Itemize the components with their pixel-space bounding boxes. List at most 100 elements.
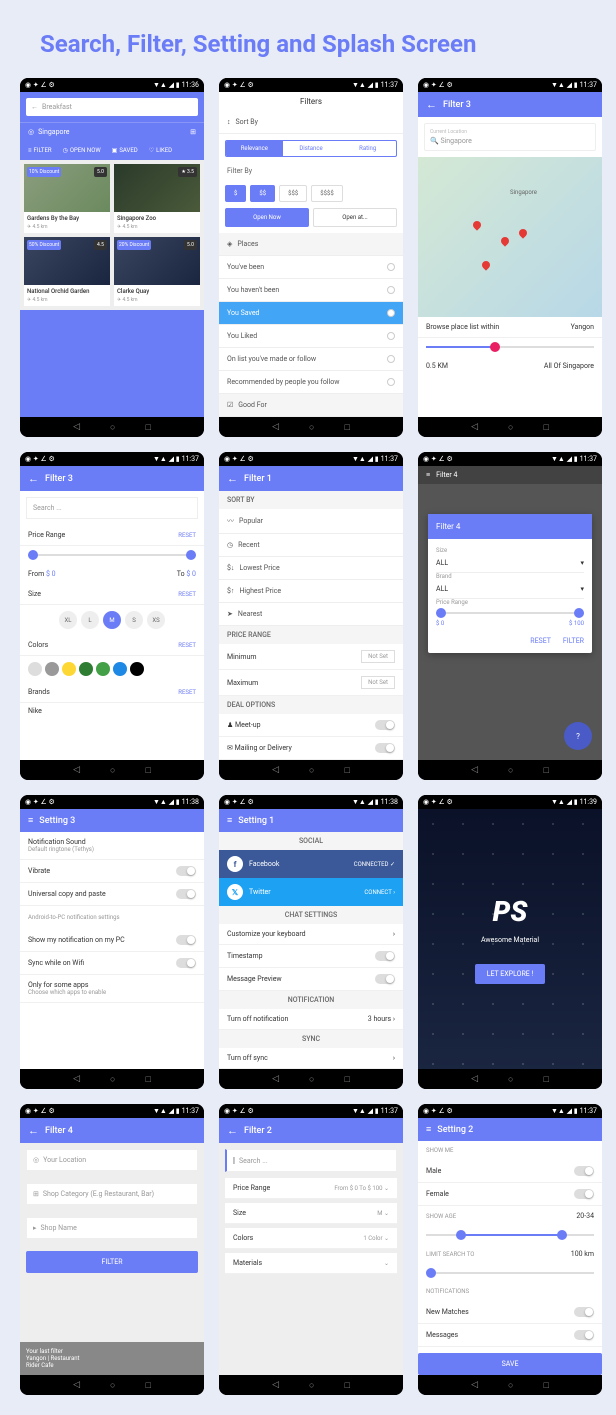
size-l[interactable]: L	[81, 611, 99, 629]
toggle[interactable]	[375, 951, 395, 961]
place-card[interactable]: 20% Discount5.0Clarke Quay✈ 4.5 km	[114, 237, 200, 306]
color-dot[interactable]	[96, 662, 110, 676]
twitter-row[interactable]: 𝕏TwitterCONNECT ›	[219, 878, 403, 906]
age-slider[interactable]	[426, 1234, 594, 1236]
filter-item[interactable]: Recommended by people you follow	[219, 371, 403, 394]
price-slider[interactable]	[28, 554, 196, 556]
filter-btn[interactable]: ≡ FILTER	[24, 145, 56, 156]
filter-item[interactable]: You Liked	[219, 325, 403, 348]
filter-btn[interactable]: FILTER	[26, 1251, 198, 1273]
toggle[interactable]	[176, 958, 196, 968]
price-chip[interactable]: $	[225, 185, 246, 202]
save-btn[interactable]: SAVE	[418, 1353, 602, 1375]
toggle[interactable]	[574, 1166, 594, 1176]
toggle[interactable]	[375, 720, 395, 730]
color-dot[interactable]	[130, 662, 144, 676]
toggle[interactable]	[574, 1189, 594, 1199]
price-chip[interactable]: $$$	[279, 185, 307, 202]
facebook-row[interactable]: fFacebookCONNECTED ✓	[219, 850, 403, 878]
color-dot[interactable]	[62, 662, 76, 676]
toggle[interactable]	[176, 935, 196, 945]
back-icon[interactable]: ←	[426, 98, 437, 111]
sortby-row[interactable]: ↕ Sort By	[219, 111, 403, 134]
fab[interactable]: ?	[564, 722, 592, 750]
reset-btn[interactable]: RESET	[530, 637, 551, 645]
back-icon[interactable]: ←	[28, 472, 39, 485]
search-input[interactable]: |Search ...	[225, 1149, 397, 1172]
color-dot[interactable]	[45, 662, 59, 676]
size-s[interactable]: S	[125, 611, 143, 629]
colors-row[interactable]: Colors1 Color ⌄	[225, 1228, 397, 1249]
place-card[interactable]: 50% Discount4.5National Orchid Garden✈ 4…	[24, 237, 110, 306]
sort-item[interactable]: $↓ Lowest Price	[219, 557, 403, 580]
explore-btn[interactable]: LET EXPLORE !	[475, 964, 546, 984]
location-bar[interactable]: ◎ Singapore⊞	[20, 122, 204, 141]
sort-item[interactable]: ➤ Nearest	[219, 603, 403, 626]
sort-item[interactable]: $↑ Highest Price	[219, 580, 403, 603]
tab-relevance[interactable]: Relevance	[226, 141, 283, 156]
price-slider[interactable]	[436, 612, 584, 614]
back-icon[interactable]: ←	[28, 1124, 39, 1137]
menu-icon[interactable]: ≡	[227, 815, 232, 826]
toggle[interactable]	[176, 889, 196, 899]
toggle[interactable]	[176, 866, 196, 876]
back-btn[interactable]: ◁	[73, 422, 80, 432]
range-slider[interactable]	[426, 346, 594, 348]
opennow-btn[interactable]: ◷ OPEN NOW	[59, 145, 105, 156]
toggle[interactable]	[574, 1330, 594, 1340]
setting-row[interactable]: Notification SoundDefault ringtone (Teth…	[20, 832, 204, 860]
filter-btn[interactable]: FILTER	[563, 637, 584, 645]
setting-row[interactable]: Only for some appsChoose which apps to e…	[20, 975, 204, 1003]
size-select[interactable]: ALL▾	[436, 554, 584, 573]
reset-btn[interactable]: RESET	[178, 532, 196, 539]
tab-rating[interactable]: Rating	[339, 141, 396, 156]
filter-item[interactable]: You've been	[219, 256, 403, 279]
price-chip[interactable]: $$$$	[311, 185, 343, 202]
recent-btn[interactable]: □	[145, 422, 150, 433]
setting-row[interactable]: Turn off sync›	[219, 1048, 403, 1069]
location-input[interactable]: ◎ Your Location	[26, 1149, 198, 1171]
sort-item[interactable]: 〰 Popular	[219, 509, 403, 534]
search-input[interactable]: ← Breakfast	[26, 98, 198, 116]
liked-btn[interactable]: ♡ LIKED	[145, 145, 176, 156]
toggle[interactable]	[375, 743, 395, 753]
setting-row[interactable]: Customize your keyboard›	[219, 924, 403, 945]
openat-btn[interactable]: Open at...	[313, 208, 397, 227]
back-icon[interactable]: ←	[227, 472, 238, 485]
filter-item[interactable]: On list you've made or follow	[219, 348, 403, 371]
size-row[interactable]: SizeM ⌄	[225, 1203, 397, 1224]
filter-item[interactable]: You Saved	[219, 302, 403, 325]
toggle[interactable]	[375, 974, 395, 984]
opennow-btn[interactable]: Open Now	[225, 208, 309, 227]
menu-icon[interactable]: ≡	[426, 471, 430, 479]
filter-item[interactable]: You haven't been	[219, 279, 403, 302]
last-filter[interactable]: Your last filterYangon | RestaurantRider…	[20, 1342, 204, 1375]
color-dot[interactable]	[113, 662, 127, 676]
brand-select[interactable]: ALL▾	[436, 580, 584, 599]
setting-row[interactable]: Turn off notification3 hours ›	[219, 1009, 403, 1030]
materials-row[interactable]: Materials⌄	[225, 1253, 397, 1274]
menu-icon[interactable]: ≡	[28, 815, 33, 826]
map[interactable]: Singapore	[418, 157, 602, 317]
distance-slider[interactable]	[426, 1272, 594, 1274]
toggle[interactable]	[574, 1307, 594, 1317]
menu-icon[interactable]: ≡	[426, 1124, 431, 1135]
tab-distance[interactable]: Distance	[283, 141, 340, 156]
saved-btn[interactable]: ▣ SAVED	[108, 145, 142, 156]
search-input[interactable]: Search ...	[26, 497, 198, 519]
shopname-input[interactable]: ▸ Shop Name	[26, 1217, 198, 1239]
color-dot[interactable]	[79, 662, 93, 676]
category-input[interactable]: ⊞ Shop Category (E.g Restaurant, Bar)	[26, 1183, 198, 1205]
back-icon[interactable]: ←	[227, 1124, 238, 1137]
home-btn[interactable]: ○	[110, 422, 115, 433]
sort-item[interactable]: ◷ Recent	[219, 534, 403, 557]
size-xl[interactable]: XL	[59, 611, 77, 629]
size-m[interactable]: M	[103, 611, 121, 629]
price-chip[interactable]: $$	[250, 185, 275, 202]
place-card[interactable]: ★ 3.5Singapore Zoo✈ 4.5 km	[114, 164, 200, 233]
size-xs[interactable]: XS	[147, 611, 165, 629]
location-input[interactable]: Current Location🔍 Singapore	[424, 123, 596, 151]
color-dot[interactable]	[28, 662, 42, 676]
price-row[interactable]: Price RangeFrom $ 0 To $ 100 ⌄	[225, 1178, 397, 1199]
place-card[interactable]: 10% Discount5.0Gardens By the Bay✈ 4.5 k…	[24, 164, 110, 233]
